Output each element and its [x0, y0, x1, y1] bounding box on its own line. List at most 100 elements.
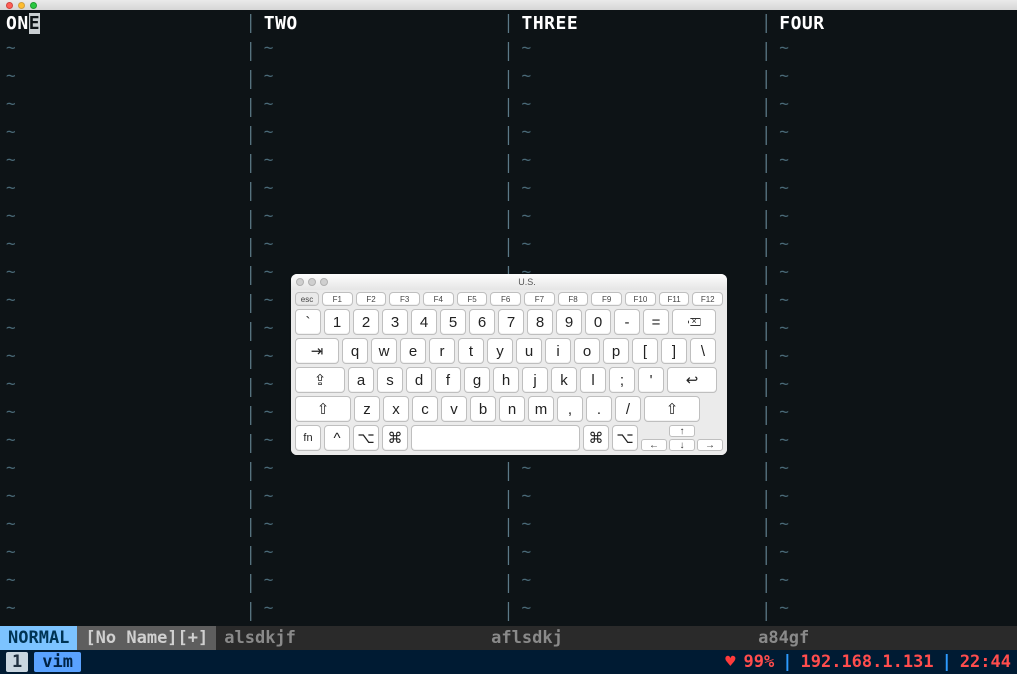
- key-o[interactable]: o: [574, 338, 600, 364]
- key-arrow-up[interactable]: ↑: [669, 425, 695, 437]
- key-backspace[interactable]: [672, 309, 716, 335]
- kbd-close-icon[interactable]: [296, 278, 304, 286]
- key-f1[interactable]: F1: [322, 292, 353, 306]
- keyboard-titlebar[interactable]: U.S.: [291, 274, 727, 290]
- key-1[interactable]: 1: [324, 309, 350, 335]
- key-f8[interactable]: F8: [558, 292, 589, 306]
- key-right-shift[interactable]: ⇧: [644, 396, 700, 422]
- key-f6[interactable]: F6: [490, 292, 521, 306]
- key-3[interactable]: 3: [382, 309, 408, 335]
- key-w[interactable]: w: [371, 338, 397, 364]
- key-m[interactable]: m: [528, 396, 554, 422]
- key-j[interactable]: j: [522, 367, 548, 393]
- key-x[interactable]: x: [383, 396, 409, 422]
- vertical-split-glyph: │: [761, 346, 771, 374]
- key-5[interactable]: 5: [440, 309, 466, 335]
- key-capslock[interactable]: ⇪: [295, 367, 345, 393]
- key-a[interactable]: a: [348, 367, 374, 393]
- key-ctrl[interactable]: ^: [324, 425, 350, 451]
- key-f[interactable]: f: [435, 367, 461, 393]
- key-7[interactable]: 7: [498, 309, 524, 335]
- minimize-traffic-light[interactable]: [18, 2, 25, 9]
- pane-1[interactable]: ONE ~~~~~~~~~~~~~~~~~~~~~: [0, 10, 244, 622]
- key-6[interactable]: 6: [469, 309, 495, 335]
- key-z[interactable]: z: [354, 396, 380, 422]
- key-period[interactable]: .: [586, 396, 612, 422]
- key-9[interactable]: 9: [556, 309, 582, 335]
- pane-4[interactable]: FOUR ~~~~~~~~~~~~~~~~~~~~~: [773, 10, 1017, 622]
- key-f9[interactable]: F9: [591, 292, 622, 306]
- vertical-split-glyph: │: [246, 486, 256, 514]
- split-3[interactable]: ││││││││││││││││││││││: [759, 10, 773, 622]
- tmux-window[interactable]: vim: [34, 652, 81, 672]
- key-u[interactable]: u: [516, 338, 542, 364]
- key-h[interactable]: h: [493, 367, 519, 393]
- key-c[interactable]: c: [412, 396, 438, 422]
- key-4[interactable]: 4: [411, 309, 437, 335]
- key-p[interactable]: p: [603, 338, 629, 364]
- key-0[interactable]: 0: [585, 309, 611, 335]
- key-f2[interactable]: F2: [356, 292, 387, 306]
- macos-titlebar: [0, 0, 1017, 10]
- key-arrow-down[interactable]: ↓: [669, 439, 695, 451]
- key-lbracket[interactable]: [: [632, 338, 658, 364]
- kbd-zoom-icon[interactable]: [320, 278, 328, 286]
- key-backtick[interactable]: `: [295, 309, 321, 335]
- key-slash[interactable]: /: [615, 396, 641, 422]
- key-s[interactable]: s: [377, 367, 403, 393]
- key-f4[interactable]: F4: [423, 292, 454, 306]
- key-k[interactable]: k: [551, 367, 577, 393]
- key-8[interactable]: 8: [527, 309, 553, 335]
- zoom-traffic-light[interactable]: [30, 2, 37, 9]
- key-right-command[interactable]: ⌘: [583, 425, 609, 451]
- key-b[interactable]: b: [470, 396, 496, 422]
- key-quote[interactable]: ': [638, 367, 664, 393]
- key-backslash[interactable]: \: [690, 338, 716, 364]
- key-r[interactable]: r: [429, 338, 455, 364]
- key-l[interactable]: l: [580, 367, 606, 393]
- key-f3[interactable]: F3: [389, 292, 420, 306]
- key-comma[interactable]: ,: [557, 396, 583, 422]
- vertical-split-glyph: │: [504, 206, 514, 234]
- key-minus[interactable]: -: [614, 309, 640, 335]
- key-semicolon[interactable]: ;: [609, 367, 635, 393]
- key-i[interactable]: i: [545, 338, 571, 364]
- key-d[interactable]: d: [406, 367, 432, 393]
- vertical-split-glyph: │: [761, 598, 771, 626]
- key-rbracket[interactable]: ]: [661, 338, 687, 364]
- key-t[interactable]: t: [458, 338, 484, 364]
- key-f7[interactable]: F7: [524, 292, 555, 306]
- empty-line-tilde: ~: [264, 538, 496, 566]
- key-tab[interactable]: ⇥: [295, 338, 339, 364]
- key-arrow-left[interactable]: ←: [641, 439, 667, 451]
- key-2[interactable]: 2: [353, 309, 379, 335]
- kbd-minimize-icon[interactable]: [308, 278, 316, 286]
- key-return[interactable]: ↩: [667, 367, 717, 393]
- keyboard-viewer-window[interactable]: U.S. esc F1 F2 F3 F4 F5 F6 F7 F8 F9 F10 …: [291, 274, 727, 455]
- key-f5[interactable]: F5: [457, 292, 488, 306]
- key-right-option[interactable]: ⌥: [612, 425, 638, 451]
- key-n[interactable]: n: [499, 396, 525, 422]
- key-esc[interactable]: esc: [295, 292, 319, 306]
- empty-line-tilde: ~: [264, 34, 496, 62]
- close-traffic-light[interactable]: [6, 2, 13, 9]
- key-f10[interactable]: F10: [625, 292, 656, 306]
- empty-line-tilde: ~: [6, 454, 238, 482]
- key-f12[interactable]: F12: [692, 292, 723, 306]
- key-q[interactable]: q: [342, 338, 368, 364]
- key-equals[interactable]: =: [643, 309, 669, 335]
- key-space[interactable]: [411, 425, 580, 451]
- key-e[interactable]: e: [400, 338, 426, 364]
- key-left-shift[interactable]: ⇧: [295, 396, 351, 422]
- key-y[interactable]: y: [487, 338, 513, 364]
- key-g[interactable]: g: [464, 367, 490, 393]
- split-1[interactable]: ││││││││││││││││││││││: [244, 10, 258, 622]
- key-v[interactable]: v: [441, 396, 467, 422]
- vertical-split-glyph: │: [504, 66, 514, 94]
- key-left-option[interactable]: ⌥: [353, 425, 379, 451]
- key-arrow-right[interactable]: →: [697, 439, 723, 451]
- key-f11[interactable]: F11: [659, 292, 690, 306]
- key-fn[interactable]: fn: [295, 425, 321, 451]
- key-left-command[interactable]: ⌘: [382, 425, 408, 451]
- tmux-session-number[interactable]: 1: [6, 652, 28, 672]
